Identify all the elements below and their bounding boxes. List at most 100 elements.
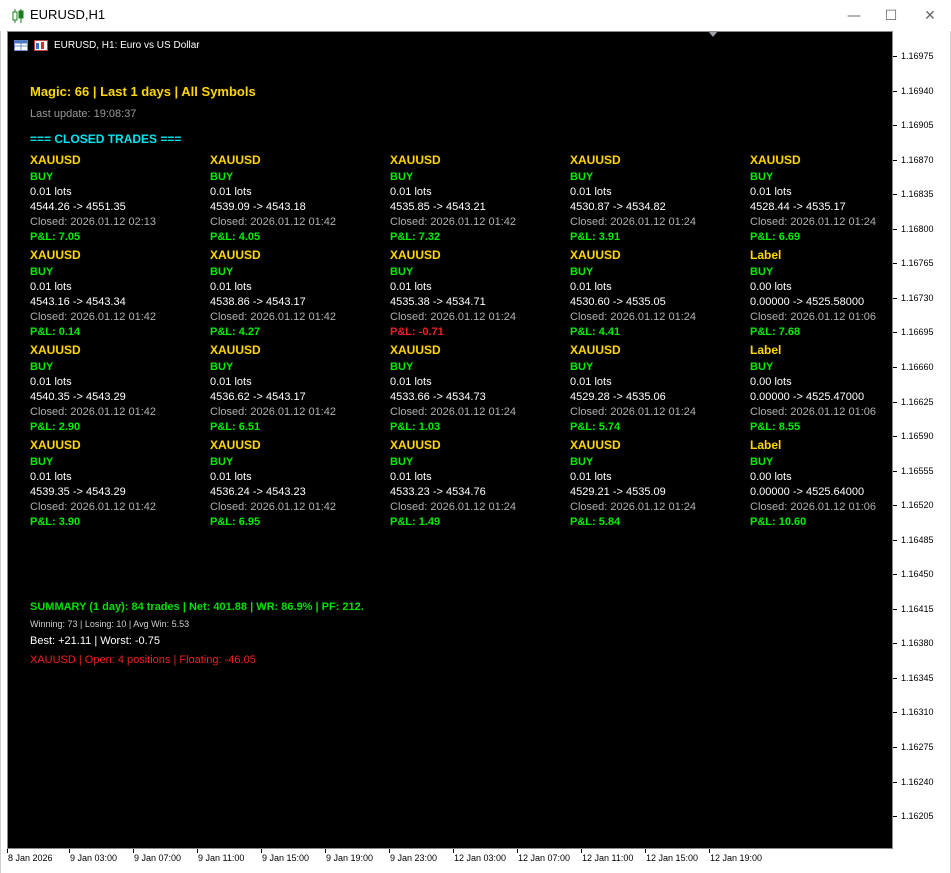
trade-pnl: P&L: 4.41 (570, 326, 621, 338)
close-button[interactable]: ✕ (910, 4, 950, 28)
trade-card: XAUUSD BUY 0.01 lots 4536.24 -> 4543.23 Clos… (210, 438, 385, 533)
trade-prices: 4530.60 -> 4535.05 (570, 296, 666, 308)
price-tick-mark (893, 228, 897, 230)
trade-side: BUY (390, 171, 414, 183)
trade-pnl: P&L: 7.68 (750, 326, 801, 338)
trade-closed-time: Closed: 2026.01.12 01:24 (390, 406, 516, 418)
price-tick-label: 1.16450 (901, 569, 934, 580)
price-tick-mark (893, 159, 897, 161)
trade-pnl: P&L: 7.05 (30, 231, 81, 243)
price-axis[interactable]: 1.16975 1.16940 1.16905 1.16870 1.16835 1.168… (893, 31, 951, 849)
trade-prices: 4539.35 -> 4543.29 (30, 486, 126, 498)
trade-side: BUY (210, 266, 234, 278)
price-tick-label: 1.16240 (901, 776, 934, 787)
time-tick-label: 9 Jan 03:00 (70, 853, 118, 863)
trade-symbol: XAUUSD (570, 153, 621, 167)
price-tick-mark (893, 401, 897, 403)
candlestick-icon (12, 9, 24, 23)
price-tick-label: 1.16555 (901, 465, 934, 476)
trade-closed-time: Closed: 2026.01.12 01:06 (750, 501, 876, 513)
price-tick: 1.16555 (893, 466, 951, 478)
trade-lots: 0.01 lots (390, 186, 432, 198)
price-tick: 1.16870 (893, 155, 951, 167)
trade-side: BUY (390, 266, 414, 278)
trade-closed-time: Closed: 2026.01.12 01:42 (390, 216, 516, 228)
price-tick-mark (893, 56, 897, 57)
price-tick-mark (893, 677, 897, 679)
trade-symbol: XAUUSD (570, 438, 621, 452)
trade-symbol: XAUUSD (210, 343, 261, 357)
trade-lots: 0.01 lots (750, 186, 792, 198)
price-tick-label: 1.16695 (901, 327, 934, 338)
trade-symbol: XAUUSD (390, 343, 441, 357)
price-tick-label: 1.16345 (901, 672, 934, 683)
trade-prices: 0.00000 -> 4525.58000 (750, 296, 865, 308)
trade-closed-time: Closed: 2026.01.12 01:42 (210, 311, 336, 323)
trade-card: XAUUSD BUY 0.01 lots 4530.87 -> 4534.82 Clos… (570, 153, 745, 248)
trade-card: XAUUSD BUY 0.01 lots 4533.66 -> 4534.73 Clos… (390, 343, 565, 438)
trade-side: BUY (570, 266, 594, 278)
trade-symbol: XAUUSD (210, 248, 261, 262)
price-tick-label: 1.16415 (901, 603, 934, 614)
price-tick-label: 1.16905 (901, 120, 934, 131)
trade-lots: 0.01 lots (210, 186, 252, 198)
minimize-button[interactable]: — (834, 4, 874, 28)
price-tick-label: 1.16520 (901, 500, 934, 511)
trade-card: XAUUSD BUY 0.01 lots 4529.28 -> 4535.06 Clos… (570, 343, 745, 438)
trade-symbol: XAUUSD (390, 438, 441, 452)
trade-symbol: XAUUSD (210, 438, 261, 452)
trade-side: BUY (30, 171, 54, 183)
time-tick-label: 12 Jan 03:00 (454, 853, 507, 863)
price-tick: 1.16660 (893, 362, 951, 374)
chart-area[interactable]: EURUSD, H1: Euro vs US Dollar Magic: 66 … (7, 31, 893, 849)
trade-lots: 0.01 lots (30, 281, 72, 293)
trade-lots: 0.01 lots (570, 186, 612, 198)
price-tick-label: 1.16660 (901, 361, 934, 372)
price-tick-label: 1.16975 (901, 51, 934, 61)
expert-advisor-icon (34, 39, 48, 51)
trade-card: XAUUSD BUY 0.01 lots 4535.38 -> 4534.71 Clos… (390, 248, 565, 343)
trade-closed-time: Closed: 2026.01.12 01:24 (750, 216, 876, 228)
price-tick: 1.16310 (893, 707, 951, 719)
trade-prices: 4540.35 -> 4543.29 (30, 391, 126, 403)
price-tick: 1.16520 (893, 500, 951, 512)
chart-shift-marker[interactable] (708, 32, 718, 37)
trade-prices: 4529.21 -> 4535.09 (570, 486, 666, 498)
price-tick: 1.16275 (893, 742, 951, 754)
trade-symbol: XAUUSD (30, 343, 81, 357)
trade-symbol: XAUUSD (750, 153, 801, 167)
trade-closed-time: Closed: 2026.01.12 01:42 (210, 216, 336, 228)
price-tick-mark (893, 712, 897, 714)
trade-prices: 4529.28 -> 4535.06 (570, 391, 666, 403)
trade-pnl: P&L: 6.95 (210, 516, 261, 528)
trade-side: BUY (750, 266, 774, 278)
trade-side: BUY (210, 171, 234, 183)
magic-filter-line: Magic: 66 | Last 1 days | All Symbols (30, 84, 256, 99)
price-tick-mark (893, 470, 897, 472)
chart-symbol-label: EURUSD, H1: Euro vs US Dollar (54, 39, 200, 51)
trade-pnl: P&L: 1.03 (390, 421, 441, 433)
price-tick-mark (893, 574, 897, 576)
trade-pnl: P&L: 6.51 (210, 421, 261, 433)
trade-prices: 4536.62 -> 4543.17 (210, 391, 306, 403)
time-axis[interactable]: 8 Jan 2026 9 Jan 03:00 9 Jan 07:00 9 Jan 11… (7, 849, 893, 873)
trade-lots: 0.01 lots (30, 376, 72, 388)
trade-prices: 4533.23 -> 4534.76 (390, 486, 486, 498)
price-tick-label: 1.16625 (901, 396, 934, 407)
trade-lots: 0.01 lots (390, 281, 432, 293)
trade-prices: 4530.87 -> 4534.82 (570, 201, 666, 213)
trade-prices: 4538.86 -> 4543.17 (210, 296, 306, 308)
trade-prices: 4528.44 -> 4535.17 (750, 201, 846, 213)
price-tick-label: 1.16870 (901, 154, 934, 165)
maximize-button[interactable]: ☐ (871, 4, 911, 28)
trade-closed-time: Closed: 2026.01.12 01:42 (30, 311, 156, 323)
trade-lots: 0.01 lots (390, 376, 432, 388)
trade-side: BUY (390, 361, 414, 373)
trade-lots: 0.01 lots (390, 471, 432, 483)
time-tick-label: 9 Jan 11:00 (198, 853, 245, 863)
trade-lots: 0.01 lots (570, 281, 612, 293)
trade-side: BUY (570, 456, 594, 468)
trade-lots: 0.01 lots (210, 471, 252, 483)
trade-side: BUY (570, 361, 594, 373)
trade-closed-time: Closed: 2026.01.12 01:24 (570, 216, 696, 228)
